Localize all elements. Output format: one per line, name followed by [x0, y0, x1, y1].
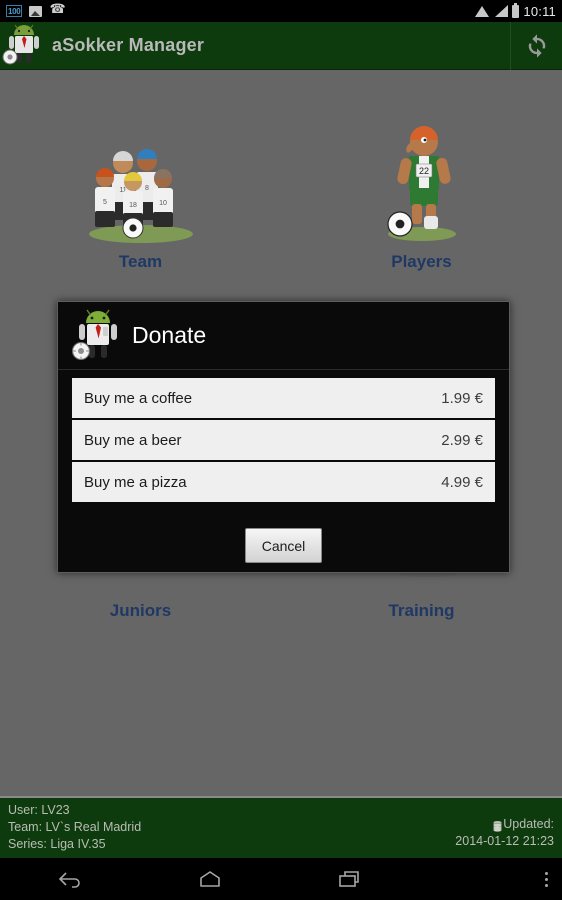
donate-option-label: Buy me a coffee [84, 389, 193, 407]
recents-icon [339, 871, 359, 887]
updated-timestamp: 2014-01-12 21:23 [455, 834, 554, 848]
user-line: User: LV23 [8, 803, 70, 817]
overflow-menu-icon [545, 870, 548, 888]
recents-button[interactable] [280, 858, 420, 900]
database-icon [493, 819, 502, 832]
donate-option-label: Buy me a pizza [84, 473, 187, 491]
dialog-footer: Cancel [58, 526, 509, 572]
donate-option-coffee[interactable]: Buy me a coffee 1.99 € [72, 378, 495, 418]
donate-option-pizza[interactable]: Buy me a pizza 4.99 € [72, 462, 495, 502]
dialog-title: Donate [132, 322, 207, 348]
donate-option-price: 4.99 € [441, 473, 483, 491]
donate-option-beer[interactable]: Buy me a beer 2.99 € [72, 420, 495, 460]
account-info: User: LV23 Team: LV`s Real Madrid Series… [8, 802, 141, 858]
screen: 100 10:11 [0, 0, 562, 900]
status-info-bar: User: LV23 Team: LV`s Real Madrid Series… [0, 796, 562, 858]
overflow-menu-button[interactable] [545, 858, 548, 900]
home-icon [200, 871, 220, 887]
android-manager-logo-icon [70, 307, 124, 365]
dialog-header: Donate [58, 302, 509, 370]
series-line: Series: Liga IV.35 [8, 837, 106, 851]
donate-options-list: Buy me a coffee 1.99 € Buy me a beer 2.9… [58, 370, 509, 526]
system-navigation-bar [0, 858, 562, 900]
cancel-button[interactable]: Cancel [245, 528, 322, 563]
updated-label: Updated: [503, 817, 554, 831]
donate-option-label: Buy me a beer [84, 431, 182, 449]
back-button[interactable] [0, 858, 140, 900]
donate-option-price: 2.99 € [441, 431, 483, 449]
donate-option-price: 1.99 € [441, 389, 483, 407]
updated-label-row: Updated: [493, 816, 554, 832]
updated-info: Updated: 2014-01-12 21:23 [455, 802, 554, 858]
team-line: Team: LV`s Real Madrid [8, 820, 142, 834]
donate-dialog: Donate Buy me a coffee 1.99 € Buy me a b… [57, 301, 510, 573]
home-button[interactable] [140, 858, 280, 900]
back-icon [58, 872, 80, 888]
